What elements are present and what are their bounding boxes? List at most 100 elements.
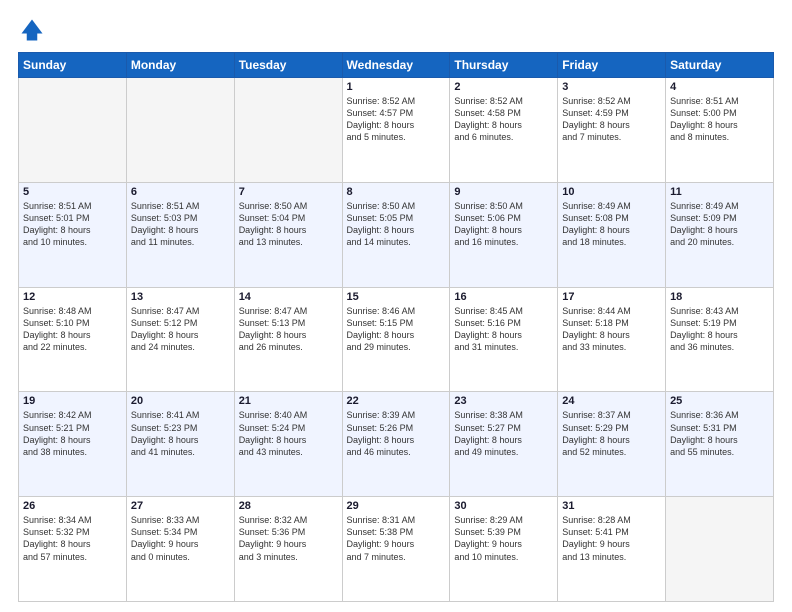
day-number: 21 (239, 395, 338, 407)
calendar-cell: 31 Sunrise: 8:28 AM Sunset: 5:41 PM Dayli… (558, 497, 666, 602)
calendar-cell (666, 497, 774, 602)
day-info: Sunrise: 8:50 AM Sunset: 5:04 PM Dayligh… (239, 200, 338, 249)
calendar-week-row: 5Sunrise: 8:51 AM Sunset: 5:01 PM Daylig… (19, 182, 774, 287)
day-number: 2 (454, 81, 553, 93)
calendar-cell: 20 Sunrise: 8:41 AM Sunset: 5:23 PM Dayli… (126, 392, 234, 497)
day-number: 30 (454, 500, 553, 512)
day-number: 15 (347, 291, 446, 303)
logo (18, 16, 50, 44)
day-info: Sunrise: 8:28 AM Sunset: 5:41 PM Dayligh… (562, 514, 661, 563)
day-info: Sunrise: 8:46 AM Sunset: 5:15 PM Dayligh… (347, 305, 446, 354)
calendar-cell: 3 Sunrise: 8:52 AM Sunset: 4:59 PM Daylig… (558, 78, 666, 183)
day-info: Sunrise: 8:44 AM Sunset: 5:18 PM Dayligh… (562, 305, 661, 354)
calendar-cell: 8Sunrise: 8:50 AM Sunset: 5:05 PM Daylig… (342, 182, 450, 287)
day-number: 27 (131, 500, 230, 512)
day-info: Sunrise: 8:50 AM Sunset: 5:05 PM Dayligh… (347, 200, 446, 249)
day-number: 14 (239, 291, 338, 303)
day-number: 16 (454, 291, 553, 303)
day-info: Sunrise: 8:39 AM Sunset: 5:26 PM Dayligh… (347, 409, 446, 458)
day-info: Sunrise: 8:38 AM Sunset: 5:27 PM Dayligh… (454, 409, 553, 458)
calendar-cell: 15 Sunrise: 8:46 AM Sunset: 5:15 PM Dayli… (342, 287, 450, 392)
calendar-cell: 26 Sunrise: 8:34 AM Sunset: 5:32 PM Dayli… (19, 497, 127, 602)
day-number: 1 (347, 81, 446, 93)
day-number: 7 (239, 186, 338, 198)
day-number: 13 (131, 291, 230, 303)
day-number: 25 (670, 395, 769, 407)
weekday-header: Friday (558, 53, 666, 78)
day-info: Sunrise: 8:31 AM Sunset: 5:38 PM Dayligh… (347, 514, 446, 563)
day-info: Sunrise: 8:52 AM Sunset: 4:59 PM Dayligh… (562, 95, 661, 144)
calendar-cell: 5Sunrise: 8:51 AM Sunset: 5:01 PM Daylig… (19, 182, 127, 287)
calendar-cell: 2Sunrise: 8:52 AM Sunset: 4:58 PM Daylig… (450, 78, 558, 183)
logo-icon (18, 16, 46, 44)
day-number: 22 (347, 395, 446, 407)
calendar-cell: 7 Sunrise: 8:50 AM Sunset: 5:04 PM Daylig… (234, 182, 342, 287)
calendar-cell: 16 Sunrise: 8:45 AM Sunset: 5:16 PM Dayli… (450, 287, 558, 392)
day-info: Sunrise: 8:51 AM Sunset: 5:00 PM Dayligh… (670, 95, 769, 144)
calendar: SundayMondayTuesdayWednesdayThursdayFrid… (18, 52, 774, 602)
calendar-cell (126, 78, 234, 183)
calendar-cell (19, 78, 127, 183)
day-number: 28 (239, 500, 338, 512)
day-number: 23 (454, 395, 553, 407)
day-number: 29 (347, 500, 446, 512)
page: SundayMondayTuesdayWednesdayThursdayFrid… (0, 0, 792, 612)
calendar-cell: 14 Sunrise: 8:47 AM Sunset: 5:13 PM Dayli… (234, 287, 342, 392)
day-info: Sunrise: 8:49 AM Sunset: 5:09 PM Dayligh… (670, 200, 769, 249)
day-number: 12 (23, 291, 122, 303)
calendar-cell: 21 Sunrise: 8:40 AM Sunset: 5:24 PM Dayli… (234, 392, 342, 497)
weekday-header: Monday (126, 53, 234, 78)
day-info: Sunrise: 8:52 AM Sunset: 4:57 PM Dayligh… (347, 95, 446, 144)
calendar-cell: 11 Sunrise: 8:49 AM Sunset: 5:09 PM Dayli… (666, 182, 774, 287)
calendar-cell: 27Sunrise: 8:33 AM Sunset: 5:34 PM Dayli… (126, 497, 234, 602)
weekday-header: Sunday (19, 53, 127, 78)
calendar-cell: 10Sunrise: 8:49 AM Sunset: 5:08 PM Dayli… (558, 182, 666, 287)
calendar-week-row: 1 Sunrise: 8:52 AM Sunset: 4:57 PM Daylig… (19, 78, 774, 183)
day-info: Sunrise: 8:32 AM Sunset: 5:36 PM Dayligh… (239, 514, 338, 563)
day-info: Sunrise: 8:51 AM Sunset: 5:03 PM Dayligh… (131, 200, 230, 249)
day-info: Sunrise: 8:48 AM Sunset: 5:10 PM Dayligh… (23, 305, 122, 354)
weekday-header: Wednesday (342, 53, 450, 78)
day-info: Sunrise: 8:36 AM Sunset: 5:31 PM Dayligh… (670, 409, 769, 458)
day-info: Sunrise: 8:47 AM Sunset: 5:13 PM Dayligh… (239, 305, 338, 354)
day-info: Sunrise: 8:43 AM Sunset: 5:19 PM Dayligh… (670, 305, 769, 354)
day-info: Sunrise: 8:37 AM Sunset: 5:29 PM Dayligh… (562, 409, 661, 458)
day-number: 4 (670, 81, 769, 93)
calendar-cell: 19 Sunrise: 8:42 AM Sunset: 5:21 PM Dayli… (19, 392, 127, 497)
weekday-header: Tuesday (234, 53, 342, 78)
day-info: Sunrise: 8:34 AM Sunset: 5:32 PM Dayligh… (23, 514, 122, 563)
day-info: Sunrise: 8:41 AM Sunset: 5:23 PM Dayligh… (131, 409, 230, 458)
day-number: 26 (23, 500, 122, 512)
day-info: Sunrise: 8:45 AM Sunset: 5:16 PM Dayligh… (454, 305, 553, 354)
calendar-cell: 1 Sunrise: 8:52 AM Sunset: 4:57 PM Daylig… (342, 78, 450, 183)
day-number: 10 (562, 186, 661, 198)
day-info: Sunrise: 8:50 AM Sunset: 5:06 PM Dayligh… (454, 200, 553, 249)
calendar-cell: 18Sunrise: 8:43 AM Sunset: 5:19 PM Dayli… (666, 287, 774, 392)
calendar-week-row: 26 Sunrise: 8:34 AM Sunset: 5:32 PM Dayli… (19, 497, 774, 602)
day-number: 31 (562, 500, 661, 512)
day-number: 11 (670, 186, 769, 198)
weekday-header: Saturday (666, 53, 774, 78)
calendar-cell: 23 Sunrise: 8:38 AM Sunset: 5:27 PM Dayli… (450, 392, 558, 497)
calendar-cell: 9Sunrise: 8:50 AM Sunset: 5:06 PM Daylig… (450, 182, 558, 287)
weekday-header: Thursday (450, 53, 558, 78)
day-number: 19 (23, 395, 122, 407)
calendar-cell: 6 Sunrise: 8:51 AM Sunset: 5:03 PM Daylig… (126, 182, 234, 287)
calendar-cell: 24 Sunrise: 8:37 AM Sunset: 5:29 PM Dayli… (558, 392, 666, 497)
calendar-week-row: 12 Sunrise: 8:48 AM Sunset: 5:10 PM Dayli… (19, 287, 774, 392)
day-number: 3 (562, 81, 661, 93)
calendar-cell: 28 Sunrise: 8:32 AM Sunset: 5:36 PM Dayli… (234, 497, 342, 602)
day-number: 17 (562, 291, 661, 303)
day-number: 6 (131, 186, 230, 198)
day-info: Sunrise: 8:47 AM Sunset: 5:12 PM Dayligh… (131, 305, 230, 354)
day-info: Sunrise: 8:40 AM Sunset: 5:24 PM Dayligh… (239, 409, 338, 458)
day-info: Sunrise: 8:42 AM Sunset: 5:21 PM Dayligh… (23, 409, 122, 458)
calendar-cell: 12 Sunrise: 8:48 AM Sunset: 5:10 PM Dayli… (19, 287, 127, 392)
day-number: 24 (562, 395, 661, 407)
weekday-header-row: SundayMondayTuesdayWednesdayThursdayFrid… (19, 53, 774, 78)
calendar-cell: 13 Sunrise: 8:47 AM Sunset: 5:12 PM Dayli… (126, 287, 234, 392)
calendar-cell: 17 Sunrise: 8:44 AM Sunset: 5:18 PM Dayli… (558, 287, 666, 392)
calendar-cell: 22 Sunrise: 8:39 AM Sunset: 5:26 PM Dayli… (342, 392, 450, 497)
calendar-week-row: 19 Sunrise: 8:42 AM Sunset: 5:21 PM Dayli… (19, 392, 774, 497)
day-number: 20 (131, 395, 230, 407)
